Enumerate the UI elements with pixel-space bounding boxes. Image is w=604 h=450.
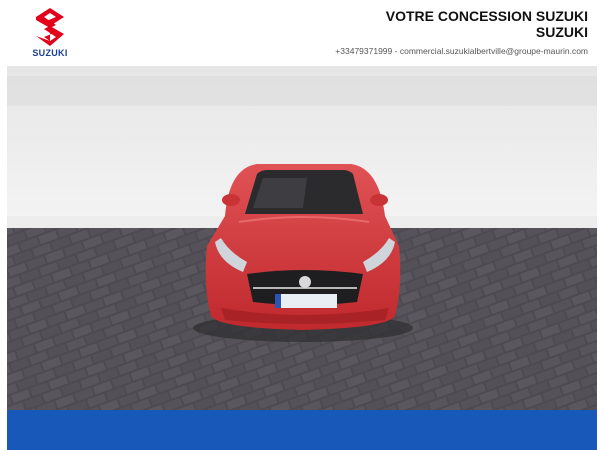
dealer-title-line1: VOTRE CONCESSION SUZUKI [385, 8, 588, 24]
site-header: SUZUKI VOTRE CONCESSION SUZUKI SUZUKI +3… [0, 0, 604, 66]
dealer-title-line2: SUZUKI [535, 24, 588, 40]
vehicle-photo [7, 66, 597, 410]
brand-logo-text: SUZUKI [32, 48, 68, 58]
vehicle-photo-image [7, 66, 597, 410]
dealer-phone[interactable]: +33479371999 [335, 46, 392, 56]
dealer-info: VOTRE CONCESSION SUZUKI SUZUKI +33479371… [335, 8, 588, 56]
contact-separator: - [394, 46, 398, 56]
dealer-email[interactable]: commercial.suzukialbertville@groupe-maur… [400, 46, 588, 56]
dealer-contact: +33479371999 - commercial.suzukialbertvi… [335, 46, 588, 56]
footer-bar [7, 410, 597, 450]
brand-logo[interactable]: SUZUKI [20, 8, 80, 60]
suzuki-s-logo-icon [36, 8, 64, 46]
